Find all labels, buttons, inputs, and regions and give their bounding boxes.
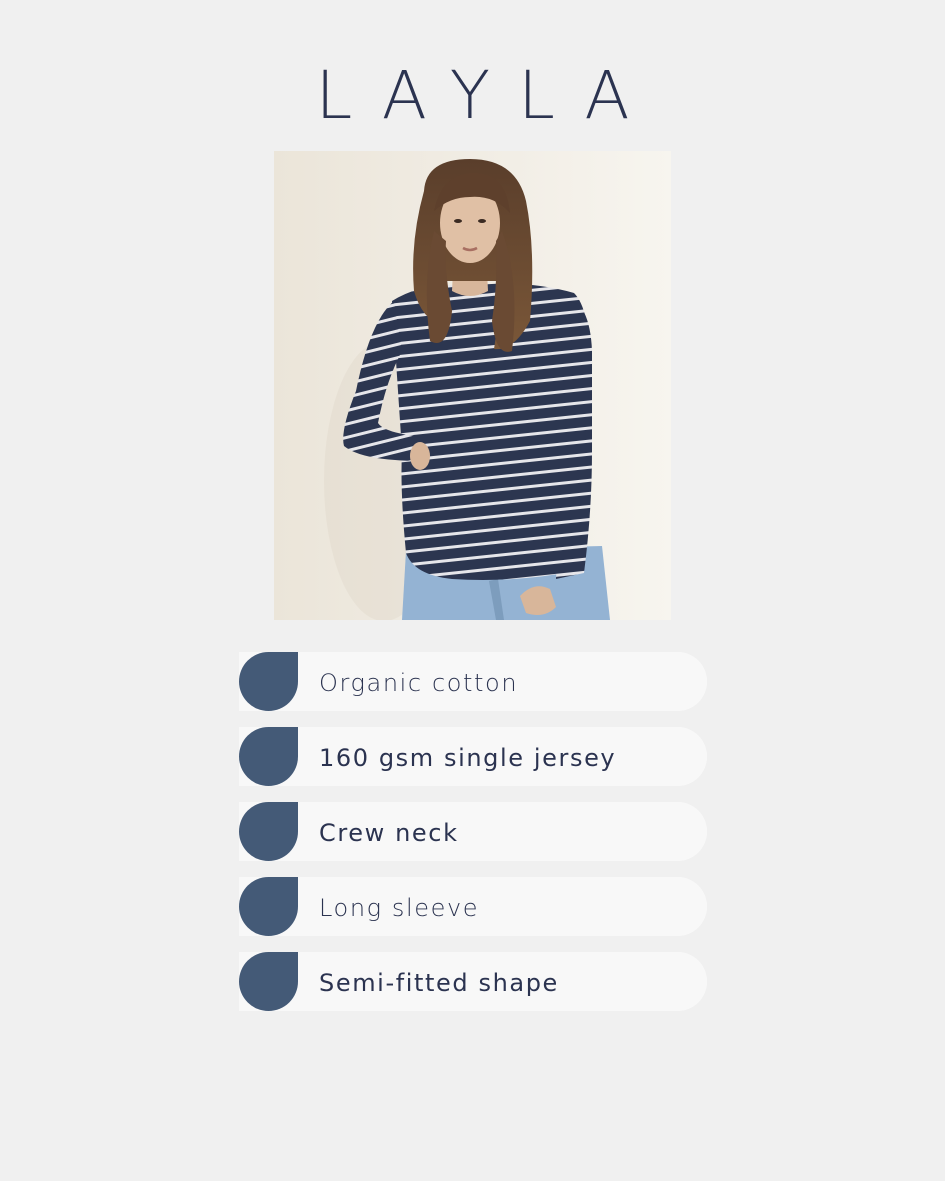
- feature-label: 160 gsm single jersey: [319, 744, 617, 772]
- feature-item-fabric-weight: 160 gsm single jersey: [239, 727, 707, 786]
- feature-label: Semi-fitted shape: [319, 969, 559, 997]
- bullet-marker-icon: [239, 952, 298, 1011]
- feature-item-long-sleeve: Long sleeve: [239, 877, 707, 936]
- product-photo: [274, 151, 671, 620]
- feature-item-organic-cotton: Organic cotton: [239, 652, 707, 711]
- feature-item-semi-fitted: Semi-fitted shape: [239, 952, 707, 1011]
- bullet-marker-icon: [239, 877, 298, 936]
- bullet-marker-icon: [239, 652, 298, 711]
- feature-label: Organic cotton: [319, 669, 519, 697]
- brand-title: LAYLA: [315, 57, 658, 134]
- feature-label: Crew neck: [319, 819, 459, 847]
- bullet-marker-icon: [239, 727, 298, 786]
- bullet-marker-icon: [239, 802, 298, 861]
- feature-item-crew-neck: Crew neck: [239, 802, 707, 861]
- feature-label: Long sleeve: [319, 894, 480, 922]
- feature-list: Organic cotton 160 gsm single jersey Cre…: [239, 652, 707, 1027]
